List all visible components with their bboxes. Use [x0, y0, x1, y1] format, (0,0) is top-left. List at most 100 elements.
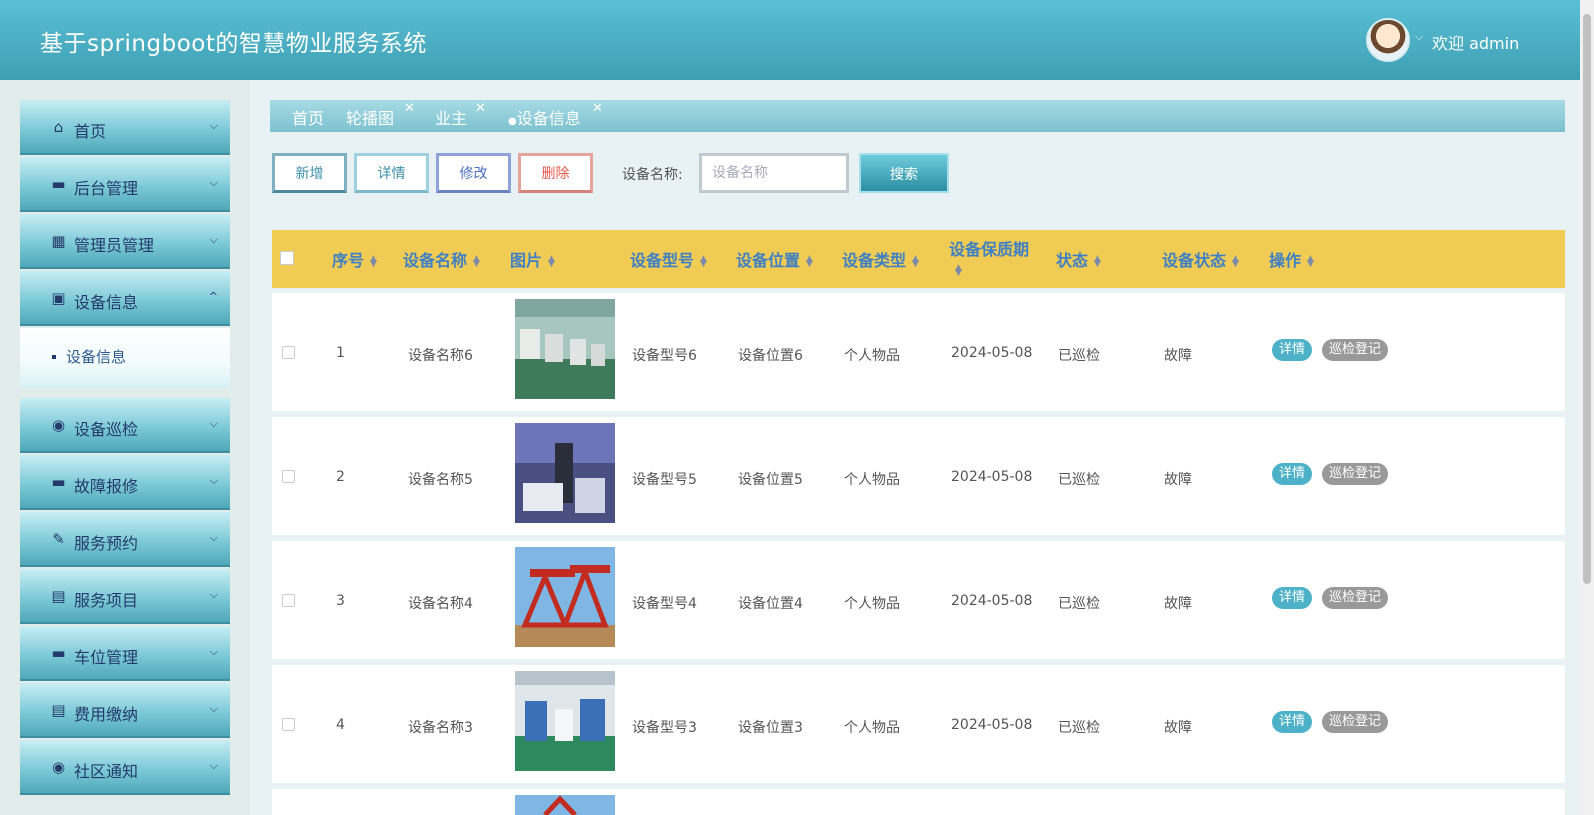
search-input[interactable]: [699, 153, 849, 193]
row-inspect-button[interactable]: 巡检登记: [1322, 587, 1389, 609]
archive-icon: ▬: [51, 175, 66, 193]
table-row[interactable]: [272, 789, 1565, 815]
sort-icon[interactable]: ▲ ▼: [700, 254, 707, 268]
chevron-down-icon: ⌵: [209, 759, 218, 772]
sidebar-item-backend[interactable]: ▬ 后台管理 ⌵: [20, 157, 230, 212]
column-header-image[interactable]: 图片 ▲ ▼: [510, 247, 555, 271]
sidebar-item-label: 首页: [74, 122, 107, 141]
cell-type: 个人物品: [844, 472, 900, 488]
tab-home[interactable]: 首页: [292, 105, 324, 129]
table-row[interactable]: 3 设备名称4 设备型号4 设备位置4 个人物品 2024-05-08 已巡检 …: [272, 541, 1565, 659]
sidebar-item-label: 服务预约: [74, 534, 139, 553]
row-detail-button[interactable]: 详情: [1272, 339, 1313, 361]
chevron-down-icon[interactable]: ⌵: [1415, 31, 1425, 42]
sidebar-item-label: 故障报修: [74, 477, 139, 496]
sidebar-item-parking[interactable]: ▬ 车位管理 ⌵: [20, 626, 230, 681]
tab-device-info[interactable]: ●设备信息 ✕: [508, 101, 603, 129]
sidebar-item-notice[interactable]: ◉ 社区通知 ⌵: [20, 740, 230, 795]
device-image[interactable]: [515, 671, 615, 771]
column-header-type[interactable]: 设备类型 ▲ ▼: [842, 247, 919, 271]
cell-index: 2: [336, 469, 345, 485]
sidebar-item-services[interactable]: ▤ 服务项目 ⌵: [20, 569, 230, 624]
column-header-status[interactable]: 状态 ▲ ▼: [1056, 247, 1101, 271]
device-image[interactable]: [515, 795, 615, 815]
cell-location: 设备位置4: [738, 596, 803, 612]
column-header-actions[interactable]: 操作 ▲ ▼: [1269, 247, 1314, 271]
submenu-device-info[interactable]: 设备信息: [20, 328, 230, 388]
column-header-index[interactable]: 序号 ▲ ▼: [332, 247, 377, 271]
row-checkbox[interactable]: [282, 594, 295, 607]
column-header-device-status[interactable]: 设备状态 ▲ ▼: [1162, 247, 1239, 271]
column-header-location[interactable]: 设备位置 ▲ ▼: [736, 247, 813, 271]
sort-icon[interactable]: ▲ ▼: [370, 254, 377, 268]
device-image[interactable]: [515, 423, 615, 523]
page-scrollbar[interactable]: [1580, 0, 1594, 815]
row-detail-button[interactable]: 详情: [1272, 463, 1313, 485]
device-image[interactable]: [515, 547, 615, 647]
submenu-label: 设备信息: [66, 348, 127, 366]
sort-icon[interactable]: ▲ ▼: [806, 254, 813, 268]
cell-status: 已巡检: [1058, 472, 1100, 488]
sidebar: ⌂ 首页 ⌵ ▬ 后台管理 ⌵ ▦ 管理员管理 ⌵ ▣ 设备信息 ^ 设备信息 …: [0, 80, 250, 815]
row-checkbox[interactable]: [282, 470, 295, 483]
sidebar-item-label: 社区通知: [74, 762, 139, 781]
tab-owner[interactable]: 业主 ✕: [435, 101, 486, 129]
sidebar-item-repair[interactable]: ▬ 故障报修 ⌵: [20, 455, 230, 510]
column-label: 设备状态: [1162, 251, 1227, 270]
detail-button[interactable]: 详情: [354, 153, 429, 193]
tab-carousel[interactable]: 轮播图 ✕: [346, 101, 415, 129]
row-detail-button[interactable]: 详情: [1272, 711, 1313, 733]
select-all-checkbox[interactable]: [280, 251, 294, 265]
dot-circle-icon: ◉: [51, 758, 66, 776]
row-checkbox[interactable]: [282, 718, 295, 731]
row-inspect-button[interactable]: 巡检登记: [1322, 463, 1389, 485]
table-row[interactable]: 4 设备名称3 设备型号3 设备位置3 个人物品 2024-05-08 已巡检 …: [272, 665, 1565, 783]
layout-icon: ▤: [51, 587, 66, 605]
chevron-up-icon: ^: [208, 290, 218, 303]
column-header-model[interactable]: 设备型号 ▲ ▼: [630, 247, 707, 271]
sort-icon[interactable]: ▲ ▼: [955, 263, 962, 277]
sort-icon[interactable]: ▲ ▼: [548, 254, 555, 268]
table-row[interactable]: 1 设备名称6 设备型号6 设备位置6 个人物品 2024-05-08 已巡检 …: [272, 293, 1565, 411]
device-image[interactable]: [515, 299, 615, 399]
cell-name: 设备名称6: [408, 348, 473, 364]
edit-button[interactable]: 修改: [436, 153, 511, 193]
chevron-down-icon: ⌵: [209, 119, 218, 132]
sidebar-item-home[interactable]: ⌂ 首页 ⌵: [20, 100, 230, 155]
add-button[interactable]: 新增: [272, 153, 347, 193]
column-header-name[interactable]: 设备名称 ▲ ▼: [403, 247, 480, 271]
welcome-text: 欢迎 admin: [1432, 34, 1520, 53]
sidebar-item-payment[interactable]: ▤ 费用缴纳 ⌵: [20, 683, 230, 738]
close-icon[interactable]: ✕: [404, 101, 415, 116]
row-detail-button[interactable]: 详情: [1272, 587, 1313, 609]
scrollbar-thumb[interactable]: [1583, 14, 1591, 584]
sidebar-item-label: 设备巡检: [74, 420, 139, 439]
sort-icon[interactable]: ▲ ▼: [1232, 254, 1239, 268]
close-icon[interactable]: ✕: [475, 101, 486, 116]
cell-location: 设备位置3: [738, 720, 803, 736]
close-icon[interactable]: ✕: [592, 101, 603, 116]
sidebar-item-device-info[interactable]: ▣ 设备信息 ^: [20, 271, 230, 326]
row-checkbox[interactable]: [282, 346, 295, 359]
sidebar-item-label: 后台管理: [74, 179, 139, 198]
sidebar-item-inspection[interactable]: ◉ 设备巡检 ⌵: [20, 398, 230, 453]
cell-device-status: 故障: [1164, 472, 1192, 488]
table-row[interactable]: 2 设备名称5 设备型号5 设备位置5 个人物品 2024-05-08 已巡检 …: [272, 417, 1565, 535]
row-inspect-button[interactable]: 巡检登记: [1322, 711, 1389, 733]
column-header-warranty[interactable]: 设备保质期 ▲ ▼: [949, 236, 1029, 279]
sidebar-item-admin[interactable]: ▦ 管理员管理 ⌵: [20, 214, 230, 269]
app-title: 基于springboot的智慧物业服务系统: [40, 31, 427, 57]
sidebar-item-booking[interactable]: ✎ 服务预约 ⌵: [20, 512, 230, 567]
tab-label: 设备信息: [516, 109, 581, 128]
row-inspect-button[interactable]: 巡检登记: [1322, 339, 1389, 361]
sort-icon[interactable]: ▲ ▼: [1094, 254, 1101, 268]
cell-warranty: 2024-05-08: [951, 593, 1033, 609]
column-label: 设备保质期: [949, 240, 1030, 259]
avatar[interactable]: [1366, 18, 1410, 62]
search-button[interactable]: 搜索: [859, 153, 949, 193]
sort-icon[interactable]: ▲ ▼: [912, 254, 919, 268]
sort-icon[interactable]: ▲ ▼: [1307, 254, 1314, 268]
sort-icon[interactable]: ▲ ▼: [473, 254, 480, 268]
delete-button[interactable]: 删除: [518, 153, 593, 193]
card-icon: ▬: [51, 473, 66, 491]
